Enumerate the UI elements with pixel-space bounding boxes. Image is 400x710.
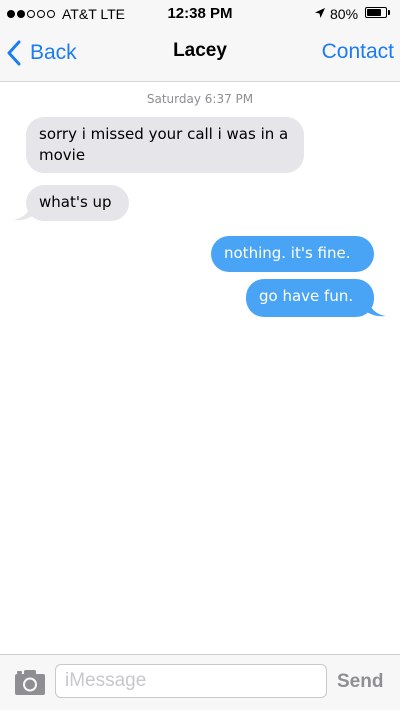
message-text: go have fun.	[259, 287, 354, 305]
chevron-left-icon	[7, 40, 21, 66]
back-button[interactable]: Back	[6, 38, 77, 68]
message-input[interactable]	[55, 664, 327, 698]
message-text: nothing. it's fine.	[224, 244, 351, 262]
camera-icon[interactable]	[14, 668, 46, 696]
top-bar: AT&T LTE 12:38 PM 80% Back Lacey Contact	[0, 0, 400, 82]
message-text: what's up	[39, 193, 112, 211]
battery-fill	[367, 9, 382, 16]
back-button-label: Back	[30, 41, 77, 64]
outgoing-message-bubble[interactable]: nothing. it's fine.	[211, 236, 374, 272]
navigation-bar: Back Lacey Contact	[0, 28, 400, 80]
battery-percent: 80%	[330, 6, 359, 22]
messages-screen: AT&T LTE 12:38 PM 80% Back Lacey Contact…	[0, 0, 400, 710]
incoming-message-bubble[interactable]: sorry i missed your call i was in a movi…	[26, 117, 304, 173]
message-composer: Send	[0, 654, 400, 710]
location-arrow-icon	[315, 8, 325, 18]
battery-nub	[388, 10, 390, 15]
incoming-message-bubble[interactable]: what's up	[26, 185, 129, 221]
status-bar: AT&T LTE 12:38 PM 80%	[0, 0, 400, 28]
contact-button[interactable]: Contact	[322, 40, 394, 64]
outgoing-message-bubble[interactable]: go have fun.	[246, 279, 374, 317]
send-button[interactable]: Send	[337, 671, 383, 693]
battery-icon	[365, 7, 387, 18]
message-text: sorry i missed your call i was in a movi…	[39, 125, 289, 164]
message-timestamp: Saturday 6:37 PM	[146, 92, 254, 106]
